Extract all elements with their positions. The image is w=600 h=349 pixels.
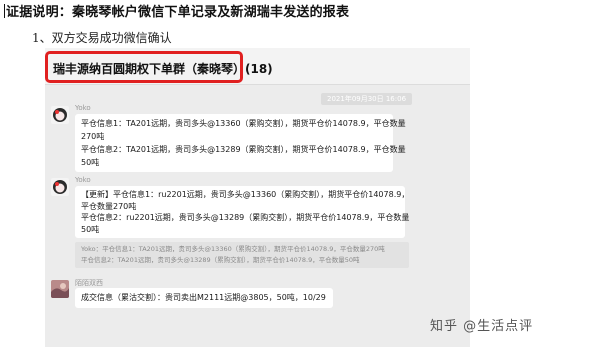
message-line: 270吨 — [81, 132, 105, 141]
message-line: 【更新】平仓信息1：ru2201远期，贵司多头@13360（累购交割），期货平仓… — [81, 190, 410, 199]
message-line: 平仓信息1：TA201远期，贵司多头@13360（累购交割），期货平仓价1407… — [81, 119, 406, 128]
yoko-avatar[interactable] — [51, 106, 69, 124]
yoko-avatar[interactable] — [51, 178, 69, 196]
message-line: 平仓数量270吨 — [81, 201, 137, 211]
message-line: 成交信息（累沽交割）：贵司卖出M2111远期@3805，50吨，10/29 — [81, 293, 326, 302]
quote-line: 平仓信息2：TA201远期，贵司多头@13289（累购交割），期货平仓价1407… — [81, 256, 360, 264]
text-cursor — [4, 4, 5, 18]
chat-screenshot: 瑞丰源纳百圆期权下单群（秦晓琴）(18) 2021年09月30日 16:06 Y… — [45, 48, 470, 347]
message-sender: Yoko — [75, 104, 91, 112]
message-line: 平仓信息2：TA201远期，贵司多头@13289（累购交割），期货平仓价1407… — [81, 145, 406, 154]
zhihu-watermark: 知乎 @生活点评 — [430, 319, 534, 334]
doc-title-text: 证据说明：秦晓琴帐户微信下单记录及新湖瑞丰发送的报表 — [6, 5, 350, 20]
message-bubble[interactable]: 【更新】平仓信息1：ru2201远期，贵司多头@13360（累购交割），期货平仓… — [75, 186, 410, 238]
quote-line: Yoko：平仓信息1：TA201远期，贵司多头@13360（累购交割），期货平仓… — [81, 245, 385, 253]
message-bubble[interactable]: 平仓信息1：TA201远期，贵司多头@13360（累购交割），期货平仓价1407… — [75, 114, 406, 172]
message-line: 50吨 — [81, 224, 100, 234]
message-timestamp: 2021年09月30日 16:06 — [321, 93, 413, 105]
doc-title: 证据说明：秦晓琴帐户微信下单记录及新湖瑞丰发送的报表 — [4, 1, 349, 20]
message-bubble[interactable]: 成交信息（累沽交割）：贵司卖出M2111远期@3805，50吨，10/29 — [75, 288, 333, 308]
highlight-box — [45, 51, 243, 83]
doc-section-heading: 1、双方交易成功微信确认 — [32, 31, 172, 45]
message-line: 平仓信息2：ru2201远期，贵司多头@13289（累购交割），期货平仓价140… — [81, 213, 410, 222]
message-sender: Yoko — [75, 176, 91, 184]
message-sender: 陌陌双西 — [75, 279, 103, 287]
sender-avatar[interactable] — [51, 280, 69, 298]
quoted-message[interactable]: Yoko：平仓信息1：TA201远期，贵司多头@13360（累购交割），期货平仓… — [75, 242, 409, 268]
message-line: 50吨 — [81, 158, 100, 167]
